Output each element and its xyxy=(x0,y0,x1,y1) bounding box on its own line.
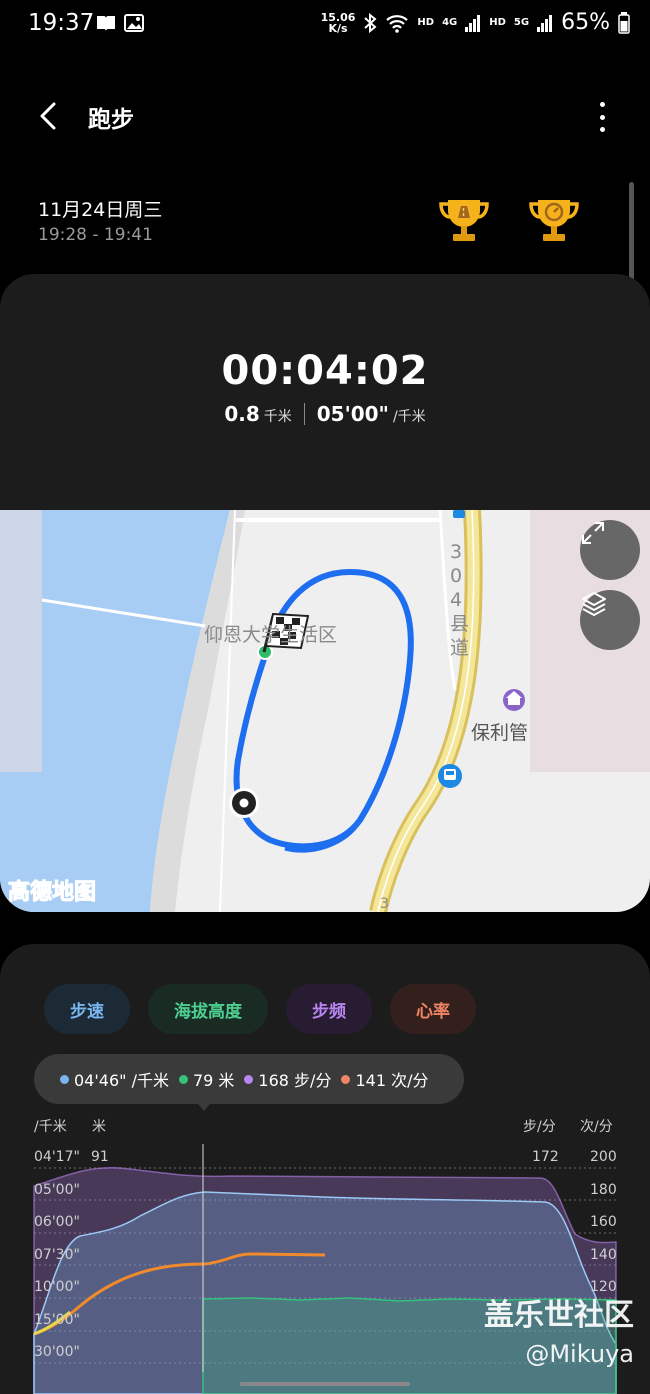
watermark-author: @Mikuya xyxy=(525,1340,634,1368)
metric-tabs: 步速 海拔高度 步频 心率 xyxy=(44,984,476,1034)
wifi-icon xyxy=(386,14,409,33)
poi-icon xyxy=(503,689,525,711)
more-options-icon[interactable] xyxy=(590,102,614,132)
left-axis-unit-pace: /千米 xyxy=(34,1119,67,1135)
tab-pace[interactable]: 步速 xyxy=(44,984,130,1034)
map-label-poi: 保利管 xyxy=(471,722,529,744)
metrics-chart-card: 步速 海拔高度 步频 心率 04'46" /千米 79 米 168 步/分 14… xyxy=(0,944,650,1394)
hr-tick-0: 200 xyxy=(590,1149,617,1165)
left-axis-unit-altitude: 米 xyxy=(92,1119,106,1135)
cadence-dot xyxy=(244,1074,254,1084)
distance-value: 0.8 xyxy=(224,402,260,426)
duration-value: 00:04:02 xyxy=(221,348,429,394)
altitude-dot xyxy=(178,1074,188,1084)
tab-cadence[interactable]: 步频 xyxy=(286,984,372,1034)
tab-heart-rate[interactable]: 心率 xyxy=(390,984,476,1034)
map-label-community: 仰恩大学生活区 xyxy=(204,624,338,646)
pace-tick-0: 04'17" xyxy=(34,1149,80,1165)
page-title: 跑步 xyxy=(88,107,134,133)
summary-stats: 0.8 千米 05'00"/千米 xyxy=(0,402,650,426)
pace-tick-4: 10'00" xyxy=(34,1279,80,1295)
hr-tick-3: 140 xyxy=(590,1247,617,1263)
status-bar: 19:37 15.06 K/s HD 4G HD 5G 65% xyxy=(0,0,650,50)
app-header: 跑步 xyxy=(0,90,650,150)
tooltip-cadence: 168 步/分 xyxy=(258,1071,332,1090)
pace-tick-2: 06'00" xyxy=(34,1214,80,1230)
right-axis-unit-hr: 次/分 xyxy=(580,1119,613,1135)
tab-altitude[interactable]: 海拔高度 xyxy=(148,984,268,1034)
hr-tick-1: 180 xyxy=(590,1182,617,1198)
pace-tick-5: 15'00" xyxy=(34,1312,80,1328)
book-icon xyxy=(97,16,115,31)
right-axis-unit-cadence: 步/分 xyxy=(523,1119,556,1135)
route-map[interactable]: 仰恩大学生活区 3 0 4 县 道 保利管 3 高德地图 xyxy=(0,510,650,912)
bus-stop-icon xyxy=(438,764,462,788)
cadence-tick: 172 xyxy=(532,1149,559,1165)
battery-percent: 65% xyxy=(561,10,610,35)
workout-time-range: 19:28 - 19:41 xyxy=(38,225,153,245)
watermark-community: 盖乐世社区 xyxy=(484,1298,634,1333)
pace-tick-3: 07'30" xyxy=(34,1247,80,1263)
status-time: 19:37 xyxy=(28,10,95,36)
trophy-speed-icon[interactable] xyxy=(526,192,582,248)
layers-icon xyxy=(582,592,606,616)
stats-divider xyxy=(303,403,305,425)
pace-tick-6: 30'00" xyxy=(34,1344,80,1360)
network-speed: 15.06 K/s xyxy=(320,10,356,35)
workout-date: 11月24日周三 xyxy=(38,199,163,221)
signal-icon-2 xyxy=(537,14,553,32)
map-provider-logo: 高德地图 xyxy=(7,880,97,906)
map-label-road-bottom: 3 xyxy=(380,896,389,912)
home-indicator[interactable] xyxy=(240,1382,410,1386)
back-icon[interactable] xyxy=(32,98,68,134)
battery-icon xyxy=(618,11,630,34)
signal-icon xyxy=(465,14,481,32)
trophy-distance-icon[interactable] xyxy=(436,192,492,248)
tooltip-pace: 04'46" /千米 xyxy=(74,1071,169,1090)
tooltip-pointer xyxy=(198,1104,210,1111)
map-label-road: 3 0 4 县 道 xyxy=(450,541,470,659)
distance-unit: 千米 xyxy=(263,409,292,425)
tooltip-hr: 141 次/分 xyxy=(355,1071,429,1090)
hr-dot xyxy=(341,1074,351,1084)
chart-tooltip: 04'46" /千米 79 米 168 步/分 141 次/分 xyxy=(34,1054,464,1104)
avg-pace-unit: /千米 xyxy=(392,409,426,425)
tooltip-altitude: 79 米 xyxy=(192,1071,235,1090)
image-icon xyxy=(124,14,144,32)
map-layers-button[interactable] xyxy=(580,590,640,650)
map-canvas xyxy=(0,510,650,912)
pace-dot xyxy=(60,1074,69,1084)
expand-map-button[interactable] xyxy=(580,520,640,580)
expand-icon xyxy=(582,522,604,544)
altitude-tick: 91 xyxy=(91,1149,109,1165)
pace-tick-1: 05'00" xyxy=(34,1182,80,1198)
bluetooth-icon xyxy=(364,12,377,33)
hr-tick-2: 160 xyxy=(590,1214,617,1230)
avg-pace-value: 05'00" xyxy=(316,402,389,426)
